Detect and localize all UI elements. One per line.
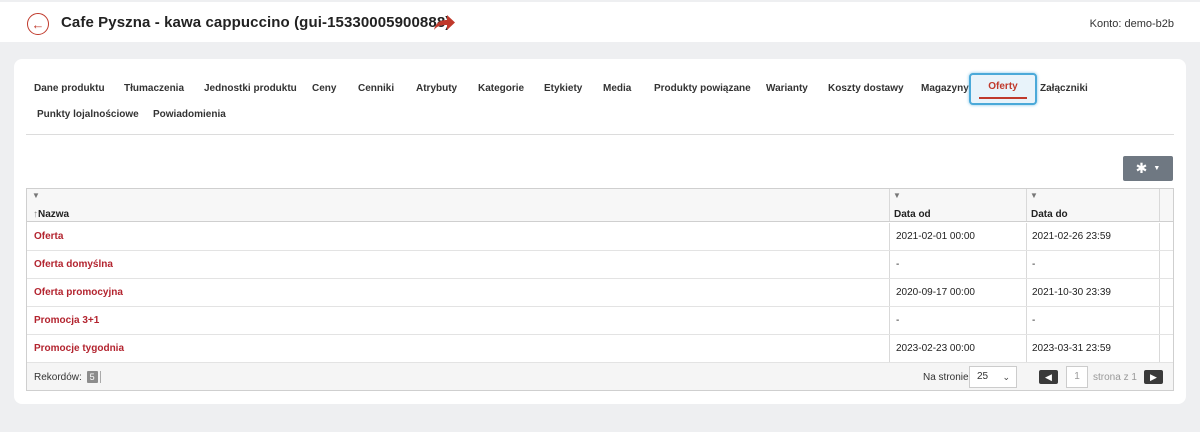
top-bar: ← Cafe Pyszna - kawa cappuccino (gui-153…: [0, 2, 1200, 42]
arrow-left-icon[interactable]: ←: [27, 13, 49, 35]
content-card: Dane produktu Tłumaczenia Jednostki prod…: [14, 59, 1186, 404]
tab-kategorie[interactable]: Kategorie: [478, 77, 524, 109]
date-from-cell: 2023-02-23 00:00: [896, 343, 975, 354]
share-arrow-icon[interactable]: [432, 13, 456, 33]
column-divider: [889, 251, 890, 278]
gear-icon: ✱: [1135, 160, 1148, 176]
grid-header: ▼ ↑Nazwa ▼ Data od ▼ Data do: [27, 189, 1173, 222]
table-row[interactable]: Promocja 3+1 - -: [27, 307, 1173, 335]
records-count: Rekordów: 5: [34, 371, 98, 383]
column-divider: [889, 335, 890, 362]
tab-magazyny[interactable]: Magazyny: [921, 77, 969, 109]
offers-grid: ▼ ↑Nazwa ▼ Data od ▼ Data do Oferta 2021…: [26, 188, 1174, 391]
records-badge: 5: [86, 371, 98, 383]
column-divider: [1159, 223, 1160, 250]
tab-media[interactable]: Media: [603, 77, 631, 109]
per-page-value: 25: [977, 371, 989, 382]
offer-name-link[interactable]: Oferta domyślna: [34, 251, 113, 278]
table-row[interactable]: Oferta domyślna - -: [27, 251, 1173, 279]
column-label-data-od: Data od: [894, 209, 931, 220]
column-divider: [1159, 307, 1160, 334]
column-header-data-od[interactable]: ▼ Data od: [890, 189, 1025, 222]
date-to-cell: -: [1032, 259, 1036, 270]
column-divider: [1159, 279, 1160, 306]
date-from-cell: 2021-02-01 00:00: [896, 231, 975, 242]
offer-name-link[interactable]: Oferta promocyjna: [34, 279, 123, 306]
chevron-right-icon[interactable]: ▶: [1144, 370, 1163, 384]
page-title: Cafe Pyszna - kawa cappuccino (gui-15330…: [61, 14, 451, 31]
column-divider: [1026, 279, 1027, 306]
table-row[interactable]: Oferta promocyjna 2020-09-17 00:00 2021-…: [27, 279, 1173, 307]
filter-icon[interactable]: ▼: [893, 191, 901, 200]
page-number-input[interactable]: 1: [1066, 366, 1088, 388]
tab-powiadomienia[interactable]: Powiadomienia: [153, 103, 226, 135]
grid-footer: Rekordów: 5 Na stronie 25 ⌄ ◀ 1 strona z…: [27, 363, 1173, 390]
column-divider: [889, 279, 890, 306]
column-label-nazwa: ↑Nazwa: [33, 209, 70, 220]
tab-atrybuty[interactable]: Atrybuty: [416, 77, 457, 109]
date-from-cell: -: [896, 259, 900, 270]
date-to-cell: 2021-10-30 23:39: [1032, 287, 1111, 298]
active-tab-indicator: [979, 97, 1027, 99]
filter-icon[interactable]: ▼: [1030, 191, 1038, 200]
offer-name-link[interactable]: Promocja 3+1: [34, 307, 99, 334]
page-of-label: strona z 1: [1093, 372, 1137, 383]
tab-oferty[interactable]: Oferty: [969, 73, 1037, 105]
date-to-cell: 2023-03-31 23:59: [1032, 343, 1111, 354]
tab-etykiety[interactable]: Etykiety: [544, 77, 582, 109]
date-to-cell: 2021-02-26 23:59: [1032, 231, 1111, 242]
tab-punkty-lojalnosciowe[interactable]: Punkty lojalnościowe: [37, 103, 139, 135]
records-label: Rekordów:: [34, 372, 82, 383]
column-divider: [1026, 223, 1027, 250]
chevron-down-icon: ⌄: [1002, 372, 1010, 382]
footer-divider: [100, 371, 101, 383]
tab-bar: Dane produktu Tłumaczenia Jednostki prod…: [26, 73, 1174, 135]
table-row[interactable]: Promocje tygodnia 2023-02-23 00:00 2023-…: [27, 335, 1173, 363]
per-page-label: Na stronie: [923, 372, 969, 383]
tab-produkty-powiazane[interactable]: Produkty powiązane: [654, 77, 751, 109]
date-from-cell: 2020-09-17 00:00: [896, 287, 975, 298]
column-divider: [1159, 335, 1160, 362]
caret-down-icon: ▼: [1153, 165, 1161, 172]
column-divider: [889, 307, 890, 334]
tab-cenniki[interactable]: Cenniki: [358, 77, 394, 109]
tab-ceny[interactable]: Ceny: [312, 77, 336, 109]
offer-name-link[interactable]: Oferta: [34, 223, 63, 250]
tab-zalaczniki[interactable]: Załączniki: [1040, 77, 1088, 109]
column-header-nazwa[interactable]: ▼ ↑Nazwa: [27, 189, 889, 222]
column-header-data-do[interactable]: ▼ Data do: [1027, 189, 1159, 222]
per-page-select[interactable]: 25 ⌄: [969, 366, 1017, 388]
column-label-data-do: Data do: [1031, 209, 1068, 220]
filter-icon[interactable]: ▼: [32, 191, 40, 200]
tab-warianty[interactable]: Warianty: [766, 77, 808, 109]
column-divider: [1026, 307, 1027, 334]
column-divider: [889, 223, 890, 250]
date-to-cell: -: [1032, 315, 1036, 326]
date-from-cell: -: [896, 315, 900, 326]
chevron-left-icon[interactable]: ◀: [1039, 370, 1058, 384]
column-divider: [1026, 335, 1027, 362]
tab-koszty-dostawy[interactable]: Koszty dostawy: [828, 77, 904, 109]
table-row[interactable]: Oferta 2021-02-01 00:00 2021-02-26 23:59: [27, 223, 1173, 251]
column-divider: [1026, 251, 1027, 278]
offer-name-link[interactable]: Promocje tygodnia: [34, 335, 124, 362]
column-divider: [1159, 251, 1160, 278]
tab-oferty-label: Oferty: [988, 81, 1018, 92]
column-divider: [1159, 189, 1160, 221]
account-label: Konto: demo-b2b: [1089, 18, 1174, 30]
settings-button[interactable]: ✱ ▼: [1123, 156, 1173, 181]
